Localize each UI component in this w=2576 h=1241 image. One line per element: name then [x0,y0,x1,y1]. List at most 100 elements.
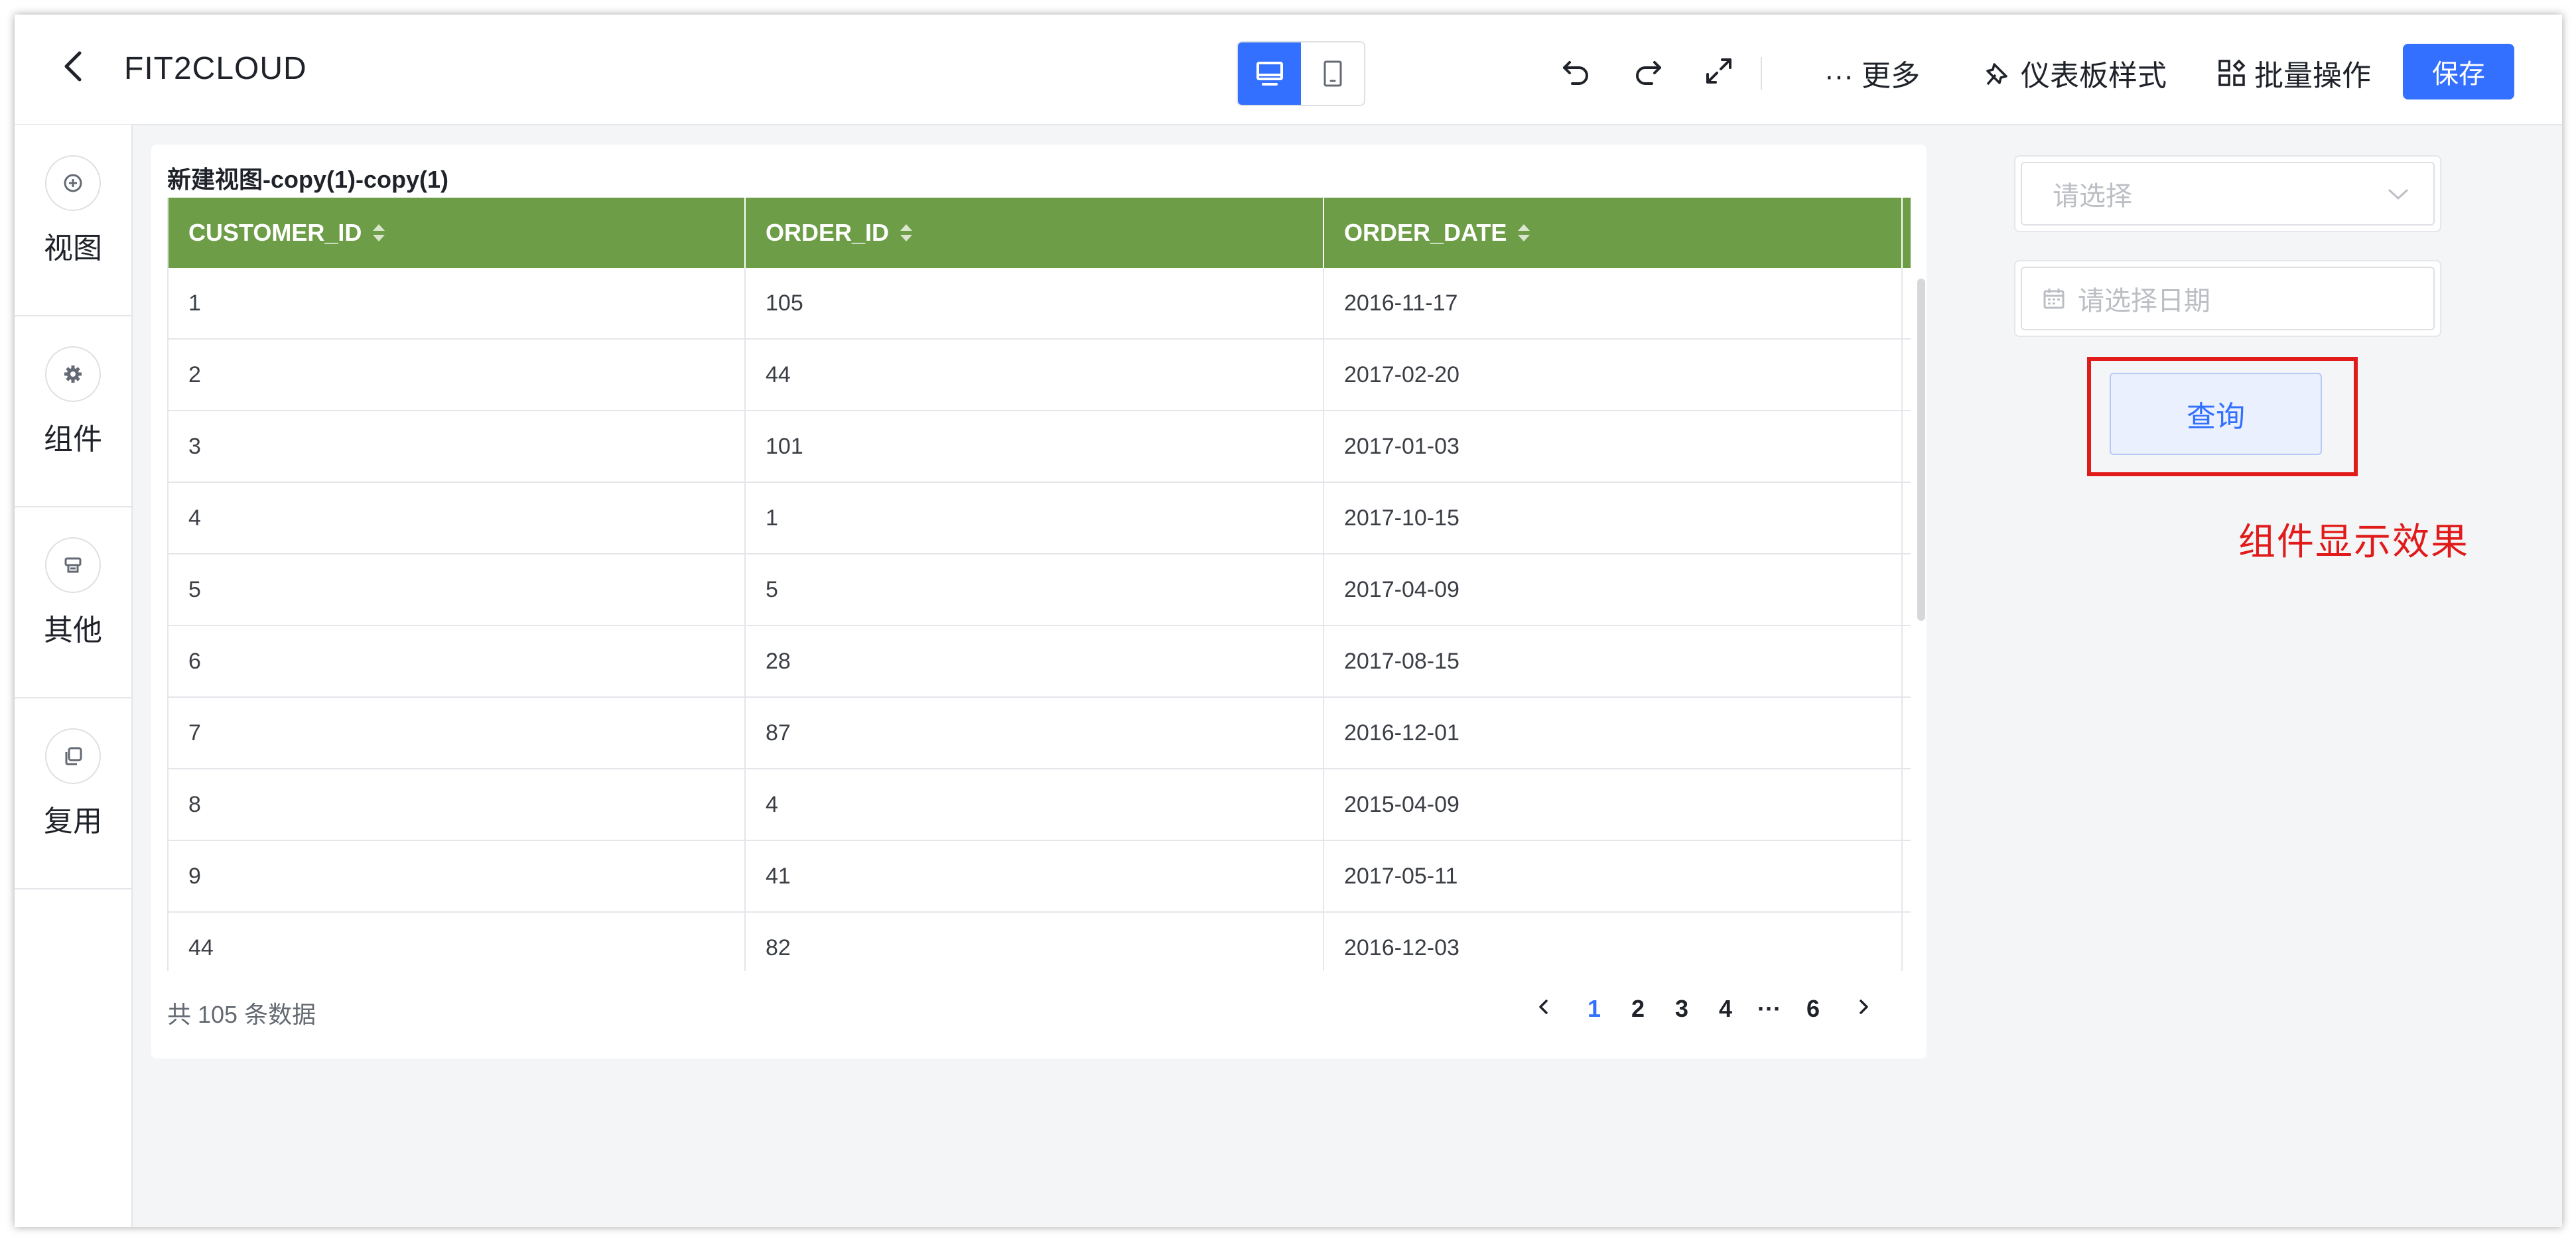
mobile-view-button[interactable] [1301,42,1364,105]
sort-icon[interactable] [1516,222,1532,243]
date-picker[interactable]: 请选择日期 [2021,267,2435,330]
page-number[interactable]: 6 [1791,995,1835,1023]
query-button[interactable]: 查询 [2110,373,2322,455]
column-header[interactable]: CUSTOMER_ID [167,198,746,268]
grid-icon [2218,59,2246,86]
table-cell: 1 [746,483,1324,553]
table-cell: 8 [167,769,746,840]
annotation-label: 组件显示效果 [2238,521,2469,562]
table-cell: 4 [746,769,1324,840]
table-row[interactable]: 3 101 2017-01-03 [167,411,1911,483]
table-cell: 2017-04-09 [1324,555,1903,625]
sidebar-item-view[interactable]: 视图 [15,125,131,316]
sort-icon[interactable] [371,222,387,243]
table-cell: 2017-08-15 [1324,626,1903,696]
table-body: 1 105 2016-11-17 2 44 2017-02-20 3 101 2017-01-0… [167,268,1911,971]
table-cell: 5 [746,555,1324,625]
table-cell: 2016-12-01 [1324,698,1903,768]
sidebar-item-other[interactable]: 其他 [15,507,131,698]
table-cell: 101 [746,411,1324,482]
brush-icon [1986,63,2007,86]
page-number[interactable]: 3 [1660,995,1704,1023]
select-placeholder: 请选择 [2053,182,2132,211]
table-cell: 87 [746,698,1324,768]
select-filter-widget: 请选择 [2014,155,2441,232]
table-cell: 2015-04-09 [1324,769,1903,840]
chevron-down-icon [2387,187,2409,205]
device-toggle [1237,41,1365,106]
sidebar-item-label: 其他 [44,614,102,647]
stamp-icon [45,537,101,593]
calendar-icon [2042,287,2066,310]
table-cell: 4 [167,483,746,553]
next-page-icon[interactable] [1842,995,1885,1023]
more-button[interactable]: ··· 更多 [1824,52,1920,94]
page-number[interactable]: 1 [1572,995,1616,1023]
sidebar-item-label: 组件 [44,423,102,456]
monitor-icon [1256,62,1283,86]
table-row[interactable]: 5 5 2017-04-09 [167,555,1911,626]
back-arrow-icon[interactable] [54,46,94,86]
table-row[interactable]: 2 44 2017-02-20 [167,340,1911,411]
table-cell: 2016-12-03 [1324,913,1903,971]
table-row[interactable]: 7 87 2016-12-01 [167,698,1911,769]
table-cell: 5 [167,555,746,625]
table-cell: 44 [746,340,1324,410]
top-toolbar: FIT2CLOUD ··· 更多 仪表板样式 批量操作 保存 [15,15,2562,125]
date-placeholder: 请选择日期 [2078,287,2210,316]
page-number[interactable]: 4 [1704,995,1747,1023]
undo-icon[interactable] [1559,53,1595,89]
redo-icon[interactable] [1629,53,1665,89]
table-cell: 2016-11-17 [1324,268,1903,338]
prev-page-icon[interactable] [1522,995,1566,1023]
column-header-label: CUSTOMER_ID [188,219,362,246]
table-cell: 7 [167,698,746,768]
table-widget[interactable]: 新建视图-copy(1)-copy(1) CUSTOMER_ID ORDER_ID… [151,145,1927,1059]
gear-icon [45,346,101,402]
table-widget-title: 新建视图-copy(1)-copy(1) [167,166,449,193]
table-scrollbar[interactable] [1917,279,1925,621]
page-number[interactable]: 2 [1616,995,1660,1023]
table-cell: 105 [746,268,1324,338]
table-cell: 2017-02-20 [1324,340,1903,410]
sidebar-item-components[interactable]: 组件 [15,316,131,507]
pagination: 1 2 3 4 ··· 6 [1522,986,1885,1032]
total-count: 共 105 条数据 [167,1001,316,1028]
table-row[interactable]: 44 82 2016-12-03 [167,913,1911,971]
save-button[interactable]: 保存 [2403,44,2514,99]
column-header[interactable]: ORDER_DATE [1324,198,1903,268]
table-cell: 28 [746,626,1324,696]
table-row[interactable]: 4 1 2017-10-15 [167,483,1911,555]
dashboard-style-button[interactable]: 仪表板样式 [1982,52,2167,94]
copy-icon [45,728,101,784]
mobile-icon [1323,60,1341,87]
page-ellipsis[interactable]: ··· [1747,995,1791,1023]
table-cell: 82 [746,913,1324,971]
batch-operation-button[interactable]: 批量操作 [2217,52,2371,94]
column-header[interactable]: ORDER_ID [746,198,1324,268]
table-cell: 9 [167,841,746,911]
sidebar-item-label: 视图 [44,232,102,265]
component-sidebar: 视图 组件 其他 复用 [15,125,133,1227]
table-row[interactable]: 1 105 2016-11-17 [167,268,1911,340]
app-window: FIT2CLOUD ··· 更多 仪表板样式 批量操作 保存 视图 组件 其他 … [15,15,2562,1227]
page-numbers: 1 2 3 4 ··· 6 [1572,995,1835,1023]
table-cell: 2017-01-03 [1324,411,1903,482]
column-header-label: ORDER_DATE [1344,219,1507,246]
table-cell: 6 [167,626,746,696]
table-row[interactable]: 8 4 2015-04-09 [167,769,1911,841]
table-cell: 1 [167,268,746,338]
sidebar-item-reuse[interactable]: 复用 [15,698,131,889]
table-cell: 44 [167,913,746,971]
select-filter[interactable]: 请选择 [2021,162,2435,226]
desktop-view-button[interactable] [1238,42,1301,105]
plus-circle-icon [45,155,101,211]
fullscreen-icon[interactable] [1701,53,1737,89]
table-cell: 2 [167,340,746,410]
sort-icon[interactable] [898,222,914,243]
table-row[interactable]: 9 41 2017-05-11 [167,841,1911,913]
table-row[interactable]: 6 28 2017-08-15 [167,626,1911,698]
table-header: CUSTOMER_ID ORDER_ID ORDER_DATE [167,198,1911,268]
toolbar-divider [1761,57,1762,90]
sidebar-item-label: 复用 [44,805,102,838]
